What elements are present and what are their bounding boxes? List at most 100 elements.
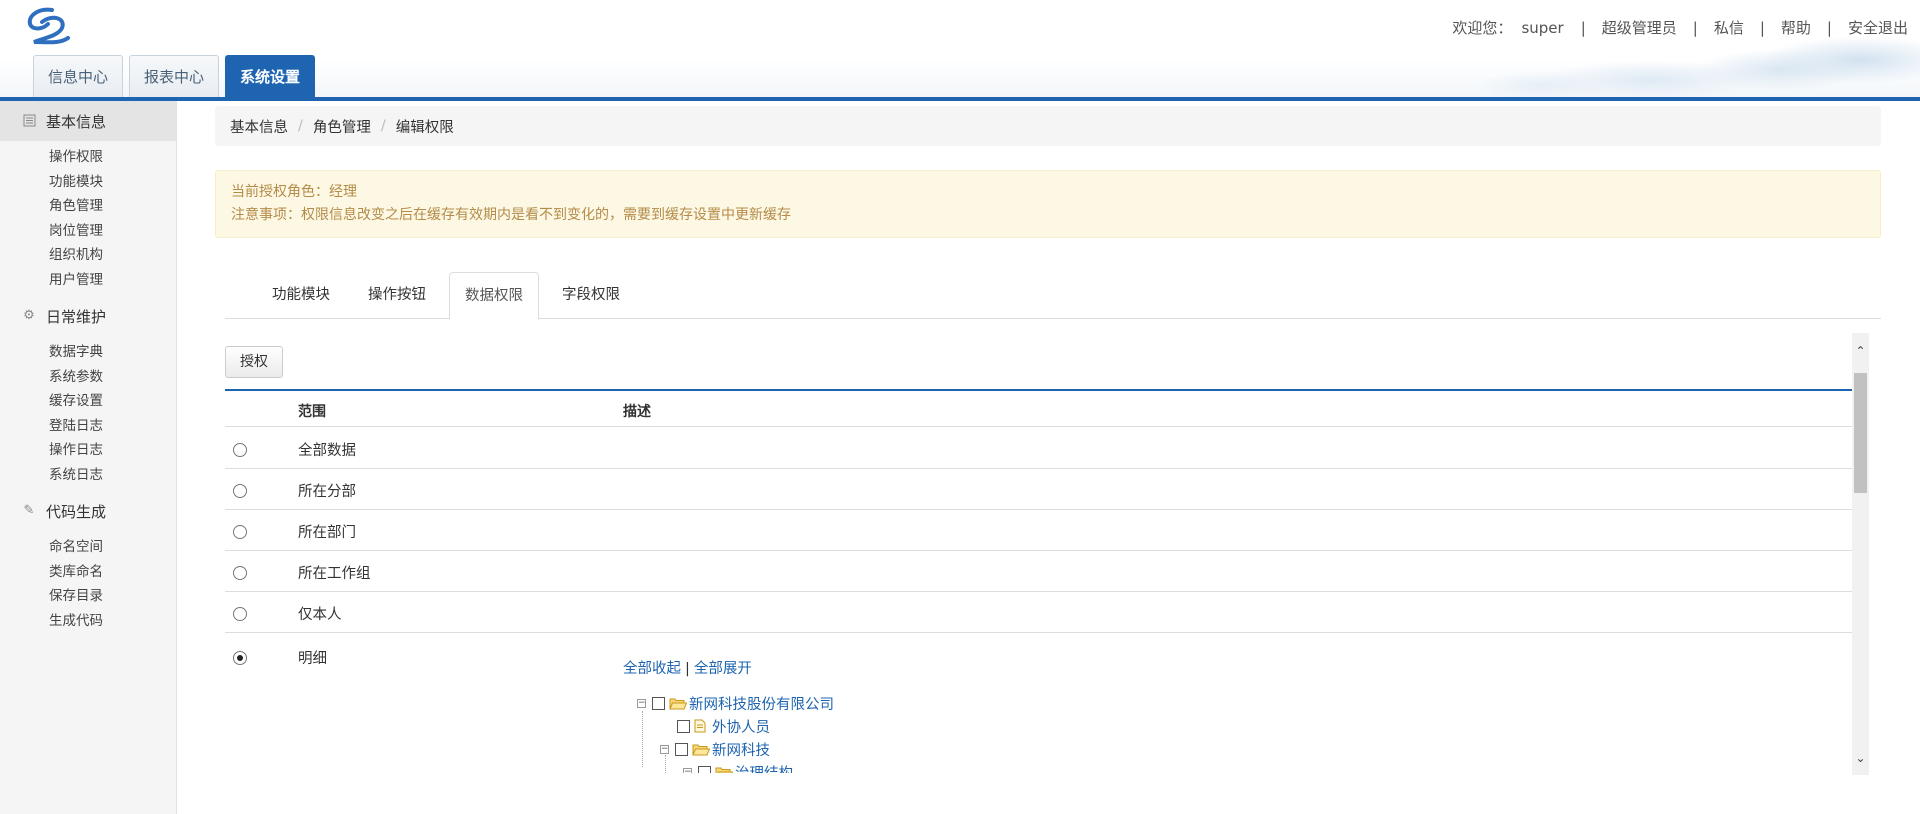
scope-label: 明细 (298, 651, 327, 667)
sidebar-item-operation-log[interactable]: 操作日志 (0, 438, 176, 463)
tab-operation-buttons[interactable]: 操作按钮 (353, 272, 441, 319)
scope-radio[interactable] (233, 566, 247, 580)
top-user-nav: 欢迎您： super | 超级管理员 | 私信 | 帮助 | 安全退出 (1452, 17, 1908, 38)
node-checkbox[interactable] (652, 696, 665, 710)
gear-icon: ⚙ (23, 308, 35, 323)
sidebar-item-login-log[interactable]: 登陆日志 (0, 414, 176, 439)
tree-node-label: 新网科技 (712, 742, 770, 759)
grid-header: 范围 描述 (225, 391, 1853, 427)
messages-link[interactable]: 私信 (1714, 17, 1744, 38)
sidebar-item-organization[interactable]: 组织机构 (0, 243, 176, 268)
sidebar-item-function-module[interactable]: 功能模块 (0, 170, 176, 195)
node-checkbox[interactable] (675, 742, 688, 756)
tab-system-settings[interactable]: 系统设置 (225, 55, 316, 98)
tree-node-governance[interactable]: − 治理结构 (683, 762, 793, 773)
collapse-all-link[interactable]: 全部收起 (623, 661, 681, 677)
scope-radio-selected[interactable] (233, 651, 247, 665)
sidebar-group-label: 基本信息 (46, 112, 107, 131)
column-header-description: 描述 (623, 404, 651, 420)
tab-field-permission[interactable]: 字段权限 (547, 272, 635, 319)
scope-radio[interactable] (233, 443, 247, 457)
help-link[interactable]: 帮助 (1781, 17, 1811, 38)
sidebar-item-role-management[interactable]: 角色管理 (0, 194, 176, 219)
sidebar-group-basic-info[interactable]: 基本信息 (0, 101, 176, 141)
expand-all-link[interactable]: 全部展开 (694, 661, 752, 677)
tree-controls: 全部收起 | 全部展开 (623, 661, 752, 677)
main-content: 基本信息 / 角色管理 / 编辑权限 当前授权角色：经理 注意事项：权限信息改变… (215, 106, 1881, 773)
sidebar-group-label: 日常维护 (46, 307, 107, 326)
tree-node-label: 治理结构 (735, 762, 793, 774)
sidebar-item-library-naming[interactable]: 类库命名 (0, 560, 176, 585)
sidebar-group-code-generation[interactable]: ✎ 代码生成 (0, 491, 176, 531)
column-header-scope: 范围 (298, 404, 326, 420)
scope-label: 所在部门 (298, 525, 356, 541)
tree-node-label: 新网科技股份有限公司 (689, 696, 834, 713)
sidebar-group-daily-maintenance[interactable]: ⚙ 日常维护 (0, 296, 176, 336)
breadcrumb: 基本信息 / 角色管理 / 编辑权限 (215, 106, 1881, 146)
list-icon (22, 114, 36, 128)
header-cloud-decoration (1400, 0, 1920, 98)
chevron-up-icon[interactable]: ⌃ (1852, 343, 1869, 360)
sidebar-item-system-log[interactable]: 系统日志 (0, 463, 176, 488)
breadcrumb-item[interactable]: 基本信息 (230, 116, 288, 137)
table-row[interactable]: 全部数据 (225, 428, 1853, 469)
table-row[interactable]: 所在分部 (225, 469, 1853, 510)
app-header: 欢迎您： super | 超级管理员 | 私信 | 帮助 | 安全退出 信息中心… (0, 0, 1920, 101)
username: super (1521, 18, 1564, 37)
sidebar-item-operation-permission[interactable]: 操作权限 (0, 145, 176, 170)
role-link[interactable]: 超级管理员 (1602, 17, 1677, 38)
header-divider (0, 97, 1920, 101)
sidebar-item-save-directory[interactable]: 保存目录 (0, 584, 176, 609)
scope-label: 仅本人 (298, 607, 342, 623)
table-row-detail[interactable]: 明细 全部收起 | 全部展开 − 新网科技股份有限公司 外协人员 − 新网科技 … (225, 633, 1853, 773)
welcome-label: 欢迎您： (1452, 19, 1513, 37)
sidebar-item-generate-code[interactable]: 生成代码 (0, 609, 176, 634)
sidebar-item-namespace[interactable]: 命名空间 (0, 535, 176, 560)
breadcrumb-current: 编辑权限 (395, 119, 454, 136)
table-row[interactable]: 所在工作组 (225, 551, 1853, 592)
folder-open-icon (669, 698, 687, 709)
node-checkbox[interactable] (698, 765, 711, 773)
tree-node-company[interactable]: − 新网科技股份有限公司 (637, 693, 834, 713)
node-checkbox[interactable] (677, 719, 690, 733)
tab-info-center[interactable]: 信息中心 (33, 55, 124, 97)
scope-radio[interactable] (233, 525, 247, 539)
breadcrumb-item[interactable]: 角色管理 (313, 116, 371, 137)
notice-text: 注意事项：权限信息改变之后在缓存有效期内是看不到变化的，需要到缓存设置中更新缓存 (231, 207, 791, 223)
tab-data-permission[interactable]: 数据权限 (449, 272, 539, 320)
table-row[interactable]: 仅本人 (225, 592, 1853, 633)
scrollbar-thumb[interactable] (1854, 373, 1867, 493)
folder-open-icon (715, 767, 733, 773)
tree-node-outsourced[interactable]: 外协人员 (677, 716, 770, 736)
chevron-down-icon[interactable]: ⌄ (1852, 750, 1869, 767)
folder-open-icon (692, 744, 710, 755)
collapse-toggle-icon[interactable]: − (660, 744, 669, 754)
tree-node-label: 外协人员 (712, 719, 770, 736)
logout-link[interactable]: 安全退出 (1848, 17, 1908, 38)
tab-function-module[interactable]: 功能模块 (257, 272, 345, 319)
top-tabs: 信息中心 报表中心 系统设置 (33, 55, 321, 98)
permission-tabs: 功能模块 操作按钮 数据权限 字段权限 (225, 272, 1881, 320)
warning-alert: 当前授权角色：经理 注意事项：权限信息改变之后在缓存有效期内是看不到变化的，需要… (215, 170, 1881, 238)
scope-radio[interactable] (233, 607, 247, 621)
document-icon (694, 719, 706, 733)
authorize-button[interactable]: 授权 (225, 346, 283, 378)
sidebar: 基本信息 操作权限 功能模块 角色管理 岗位管理 组织机构 用户管理 ⚙ 日常维… (0, 101, 177, 814)
sidebar-item-cache-settings[interactable]: 缓存设置 (0, 389, 176, 414)
sidebar-item-data-dictionary[interactable]: 数据字典 (0, 340, 176, 365)
scope-label: 所在分部 (298, 484, 356, 500)
vertical-scrollbar[interactable]: ⌃ ⌄ (1852, 333, 1869, 775)
sidebar-item-post-management[interactable]: 岗位管理 (0, 219, 176, 244)
current-role-text: 当前授权角色：经理 (231, 184, 357, 200)
tab-report-center[interactable]: 报表中心 (129, 55, 220, 97)
collapse-toggle-icon[interactable]: − (637, 698, 646, 708)
scope-label: 所在工作组 (298, 566, 371, 582)
sidebar-item-user-management[interactable]: 用户管理 (0, 268, 176, 293)
pencil-icon: ✎ (23, 503, 35, 518)
sidebar-item-system-params[interactable]: 系统参数 (0, 365, 176, 390)
tree-node-xinwang[interactable]: − 新网科技 (660, 739, 770, 759)
collapse-toggle-icon[interactable]: − (683, 767, 692, 773)
scope-radio[interactable] (233, 484, 247, 498)
scope-label: 全部数据 (298, 443, 356, 459)
table-row[interactable]: 所在部门 (225, 510, 1853, 551)
